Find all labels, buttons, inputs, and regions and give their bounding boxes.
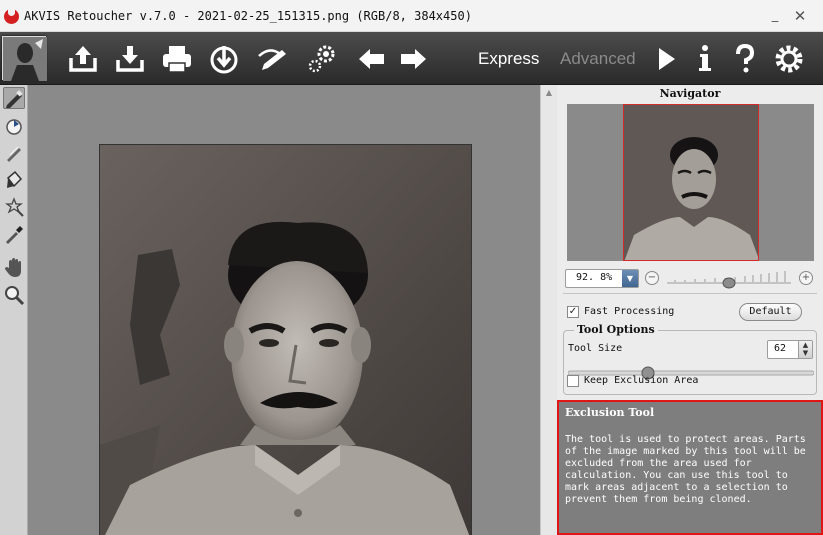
zoom-select[interactable]: 92. 8% ▼	[565, 269, 639, 288]
main-toolbar: Express Advanced	[0, 32, 823, 85]
title-bar: AKVIS Retoucher v.7.0 - 2021-02-25_15131…	[0, 0, 823, 32]
zoom-icon[interactable]	[3, 284, 25, 306]
tools-panel	[0, 85, 28, 535]
scroll-up-arrow-icon[interactable]: ▲	[541, 85, 557, 101]
print-icon[interactable]	[160, 42, 194, 76]
portrait-photo	[99, 144, 472, 535]
fill-bucket-icon[interactable]	[3, 169, 25, 191]
exclusion-pencil-icon[interactable]	[3, 87, 25, 109]
tool-size-value: 62	[774, 343, 787, 354]
clone-brush-icon[interactable]	[3, 142, 25, 164]
zoom-slider[interactable]	[665, 269, 793, 289]
keep-exclusion-checkbox[interactable]	[567, 375, 579, 387]
zoom-in-button[interactable]: +	[799, 271, 813, 285]
chevron-down-icon[interactable]: ▼	[622, 270, 638, 287]
mode-advanced-tab[interactable]: Advanced	[560, 49, 636, 69]
zoom-value: 92. 8%	[576, 272, 613, 283]
help-panel: Exclusion Tool The tool is used to prote…	[557, 400, 823, 535]
navigator-preview[interactable]	[567, 104, 814, 261]
undo-arrow-icon[interactable]	[355, 42, 389, 76]
image-thumbnail	[2, 36, 47, 81]
info-icon[interactable]	[688, 42, 722, 76]
open-icon[interactable]	[66, 42, 100, 76]
eye-pencil-icon[interactable]	[256, 42, 290, 76]
keep-exclusion-row: Keep Exclusion Area	[567, 374, 817, 392]
settings-gear-icon[interactable]	[772, 42, 806, 76]
fast-processing-checkbox[interactable]: ✓	[567, 306, 579, 318]
save-icon[interactable]	[113, 42, 147, 76]
zoom-out-button[interactable]: −	[645, 271, 659, 285]
hand-icon[interactable]	[3, 257, 25, 279]
window-title: AKVIS Retoucher v.7.0 - 2021-02-25_15131…	[24, 9, 472, 23]
akvis-logo-icon	[4, 9, 19, 24]
tool-options-title: Tool Options	[574, 323, 658, 336]
tool-size-input[interactable]: 62 ▲ ▼	[767, 340, 813, 359]
default-button[interactable]: Default	[739, 303, 802, 321]
help-icon[interactable]	[728, 42, 762, 76]
minimize-button[interactable]: _	[766, 6, 784, 26]
vertical-scrollbar[interactable]: ▲	[540, 85, 557, 535]
image-canvas[interactable]	[28, 85, 540, 535]
selection-brush-icon[interactable]	[3, 115, 25, 137]
divider	[563, 293, 817, 294]
effects-gear-icon[interactable]	[305, 42, 339, 76]
fast-processing-label: Fast Processing	[584, 306, 675, 317]
redo-arrow-icon[interactable]	[396, 42, 430, 76]
help-text: The tool is used to protect areas. Parts…	[565, 434, 806, 505]
close-button[interactable]: ✕	[788, 6, 812, 26]
help-title: Exclusion Tool	[565, 406, 655, 419]
navigator-title: Navigator	[659, 87, 721, 100]
magic-wand-icon[interactable]	[3, 196, 25, 218]
tool-size-label: Tool Size	[568, 343, 623, 354]
navigator-viewport[interactable]	[623, 104, 759, 261]
zoom-controls: 92. 8% ▼ − +	[565, 269, 817, 289]
run-icon[interactable]	[649, 42, 683, 76]
keep-exclusion-label: Keep Exclusion Area	[584, 375, 699, 386]
spinner-arrows-icon[interactable]: ▲ ▼	[798, 341, 812, 358]
pipette-icon[interactable]	[3, 223, 25, 245]
import-icon[interactable]	[207, 42, 241, 76]
mode-express-tab[interactable]: Express	[478, 49, 539, 69]
